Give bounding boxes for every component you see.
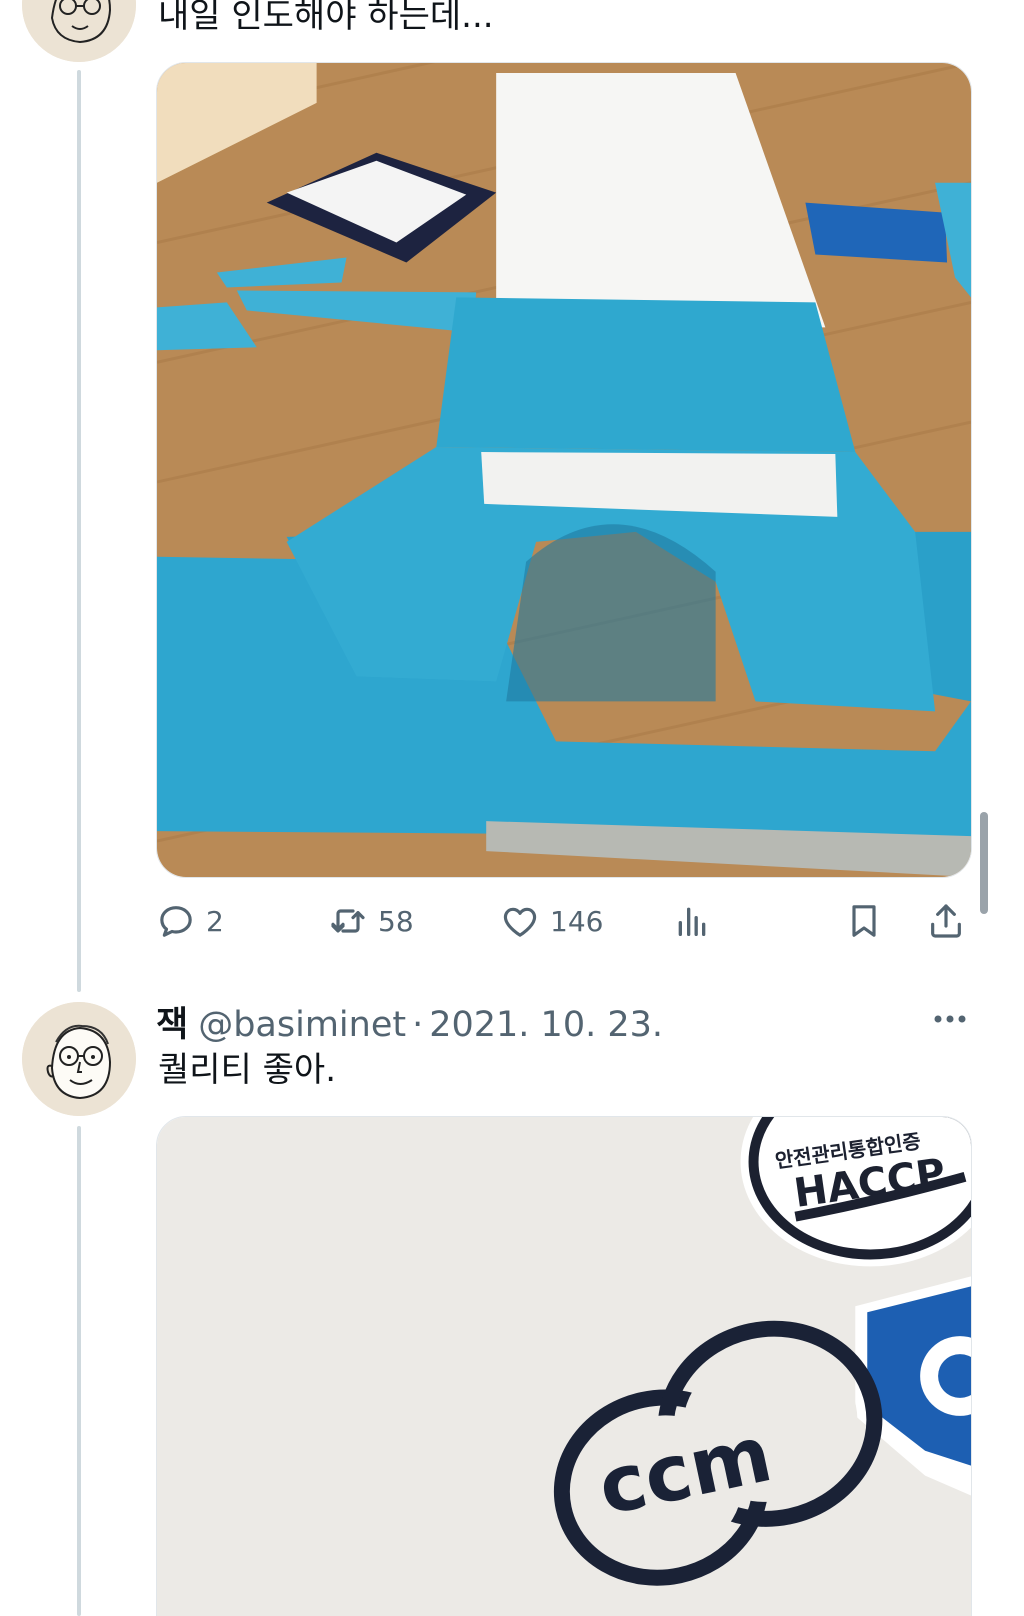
felt-bench-photo	[157, 63, 971, 877]
bookmark-button[interactable]	[844, 896, 884, 946]
analytics-icon	[672, 901, 712, 941]
bookmark-icon	[844, 901, 884, 941]
tweet-media-photo[interactable]: 안전관리통합인증 HACCP ccm	[156, 1116, 972, 1616]
share-button[interactable]	[926, 896, 966, 946]
tweet-text: 퀄리티 좋아.	[158, 1050, 337, 1090]
retweet-button[interactable]: 58	[328, 896, 414, 946]
avatar[interactable]	[22, 0, 136, 62]
tweet-header: 잭 @basiminet · 2021. 10. 23.	[156, 996, 663, 1045]
heart-icon	[500, 901, 540, 941]
more-button[interactable]	[930, 1004, 970, 1034]
reply-icon	[156, 901, 196, 941]
separator-dot: ·	[412, 1005, 424, 1045]
more-icon	[934, 1015, 966, 1023]
reply-count: 2	[206, 904, 224, 938]
views-button[interactable]	[672, 896, 712, 946]
reply-button[interactable]: 2	[156, 896, 224, 946]
tweet-action-bar: 2 58 146	[156, 896, 974, 946]
avatar[interactable]	[22, 1002, 136, 1116]
tweet-media-photo[interactable]	[156, 62, 972, 878]
tweet-text: 내일 인도해야 하는데...	[158, 0, 494, 36]
display-name[interactable]: 잭	[156, 996, 188, 1047]
retweet-count: 58	[378, 904, 414, 938]
retweet-icon	[328, 901, 368, 941]
share-icon	[926, 901, 966, 941]
thread-line	[77, 70, 81, 992]
tweet-date[interactable]: 2021. 10. 23.	[429, 1005, 663, 1045]
scrollbar[interactable]	[980, 812, 988, 914]
like-count: 146	[550, 904, 604, 938]
user-handle[interactable]: @basiminet	[198, 1005, 406, 1045]
felt-logos-photo: 안전관리통합인증 HACCP ccm	[157, 1117, 971, 1616]
thread-line	[77, 1126, 81, 1616]
like-button[interactable]: 146	[500, 896, 603, 946]
